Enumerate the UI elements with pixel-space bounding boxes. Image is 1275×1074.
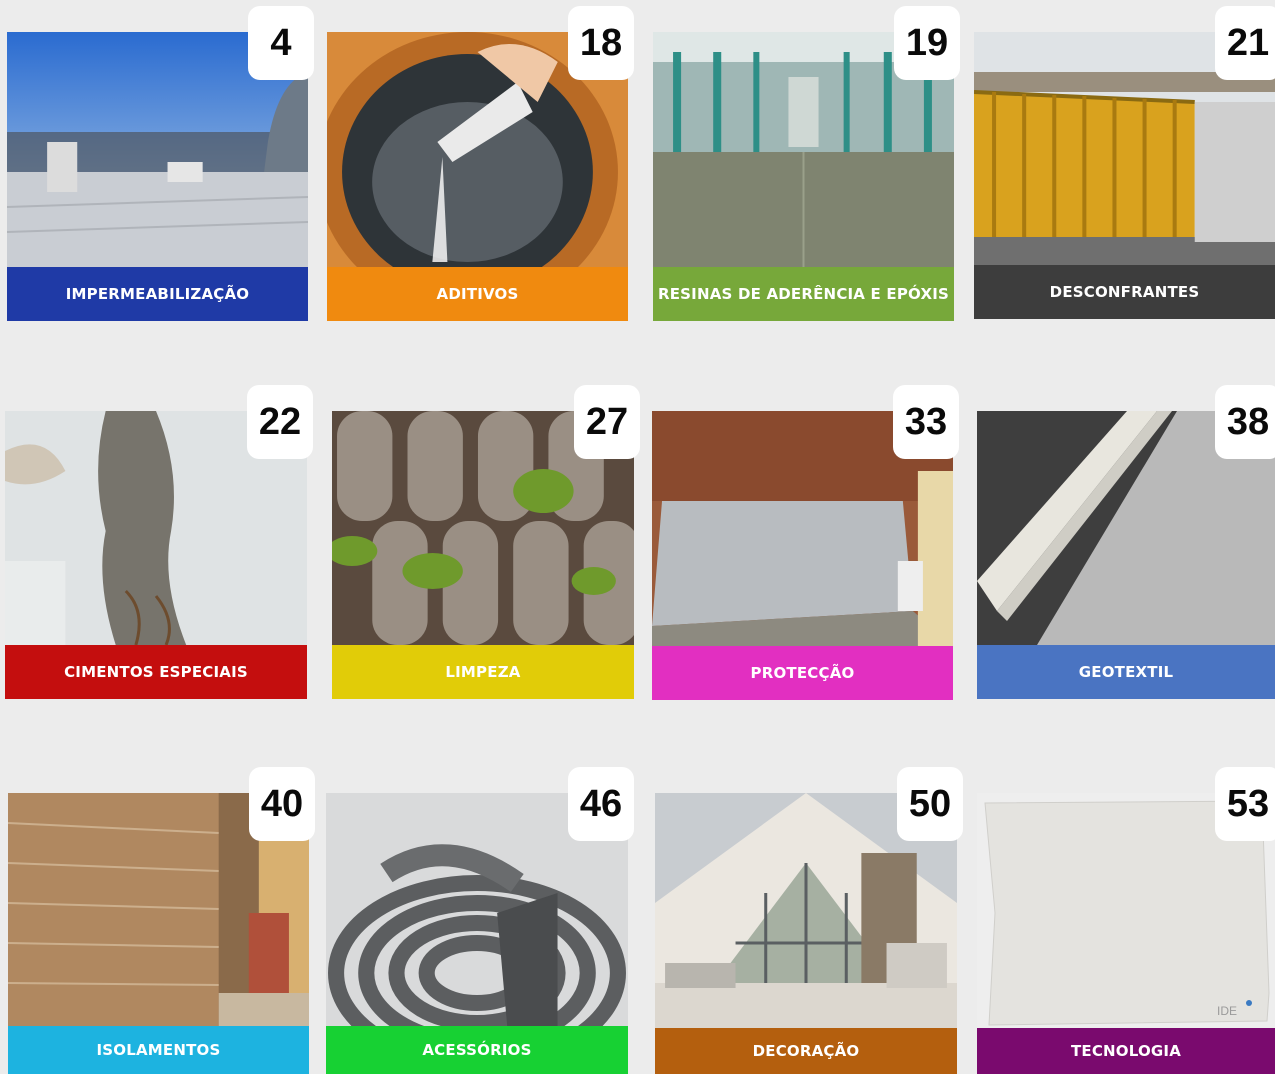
category-tile-geotextil[interactable]: GEOTEXTIL 38 bbox=[977, 385, 1275, 699]
category-label: DECORAÇÃO bbox=[655, 1028, 957, 1074]
page-number-badge: 40 bbox=[249, 767, 315, 841]
category-tile-resinas[interactable]: RESINAS DE ADERÊNCIA E EPÓXIS 19 bbox=[653, 6, 960, 321]
category-tile-isolamentos[interactable]: ISOLAMENTOS 40 bbox=[8, 767, 315, 1074]
category-tile-tecnologia[interactable]: IDE TECNOLOGIA 53 bbox=[977, 767, 1275, 1074]
category-label: GEOTEXTIL bbox=[977, 645, 1275, 699]
page-number-badge: 18 bbox=[568, 6, 634, 80]
category-label: RESINAS DE ADERÊNCIA E EPÓXIS bbox=[653, 267, 954, 321]
page-number-badge: 19 bbox=[894, 6, 960, 80]
page-number-badge: 4 bbox=[248, 6, 314, 80]
category-label: ADITIVOS bbox=[327, 267, 628, 321]
category-tile-desconfrantes[interactable]: DESCONFRANTES 21 bbox=[974, 6, 1275, 319]
category-tile-aditivos[interactable]: ADITIVOS 18 bbox=[327, 6, 634, 321]
category-label: DESCONFRANTES bbox=[974, 265, 1275, 319]
category-tile-impermeabilizacao[interactable]: IMPERMEABILIZAÇÃO 4 bbox=[7, 6, 314, 321]
category-label: ACESSÓRIOS bbox=[326, 1026, 628, 1074]
page-number-badge: 22 bbox=[247, 385, 313, 459]
category-tile-acessorios[interactable]: ACESSÓRIOS 46 bbox=[326, 767, 634, 1074]
page-number-badge: 38 bbox=[1215, 385, 1275, 459]
category-label: PROTECÇÃO bbox=[652, 646, 953, 700]
category-label: CIMENTOS ESPECIAIS bbox=[5, 645, 307, 699]
page-number-badge: 53 bbox=[1215, 767, 1275, 841]
category-tile-limpeza[interactable]: LIMPEZA 27 bbox=[332, 385, 640, 699]
category-tile-cimentos-especiais[interactable]: CIMENTOS ESPECIAIS 22 bbox=[5, 385, 313, 699]
page-number-badge: 21 bbox=[1215, 6, 1275, 80]
category-label: LIMPEZA bbox=[332, 645, 634, 699]
page-number-badge: 50 bbox=[897, 767, 963, 841]
page-number-badge: 27 bbox=[574, 385, 640, 459]
category-tile-proteccao[interactable]: PROTECÇÃO 33 bbox=[652, 385, 959, 700]
svg-text:IDE: IDE bbox=[1217, 1004, 1237, 1018]
page-number-badge: 33 bbox=[893, 385, 959, 459]
category-label: IMPERMEABILIZAÇÃO bbox=[7, 267, 308, 321]
category-label: ISOLAMENTOS bbox=[8, 1026, 309, 1074]
page-number-badge: 46 bbox=[568, 767, 634, 841]
category-label: TECNOLOGIA bbox=[977, 1028, 1275, 1074]
category-tile-decoracao[interactable]: DECORAÇÃO 50 bbox=[655, 767, 963, 1074]
